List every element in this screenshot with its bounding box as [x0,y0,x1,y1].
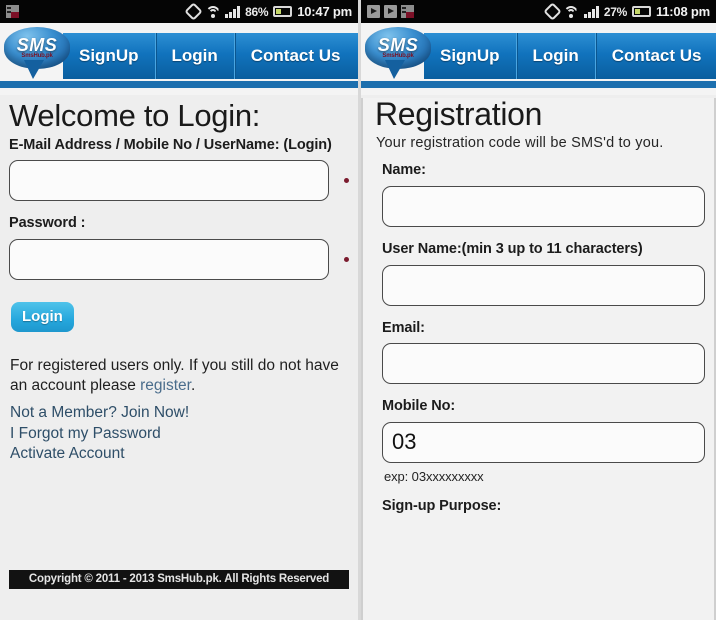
field-row-mobile-no [382,421,705,463]
status-system-icons-right: 27% 11:08 pm [543,2,710,21]
status-notification-icons-right [367,5,546,18]
message-icon [6,5,19,18]
password-input[interactable] [9,238,329,280]
field-row-user-name [382,264,705,306]
auxiliary-links: Not a Member? Join Now! I Forgot my Pass… [10,403,349,464]
join-now-link[interactable]: Not a Member? Join Now! [10,403,349,423]
registration-page-body: Registration Your registration code will… [361,96,716,620]
email-input[interactable] [382,343,705,385]
speech-bubble-tail-icon [24,60,44,79]
clock-right: 11:08 pm [655,4,710,19]
nav-underbar-right [361,81,716,88]
nav-item-signup-left[interactable]: SignUp [63,33,156,79]
play-store-icon [367,5,380,18]
status-bar-left: 86% 10:47 pm [0,0,358,23]
note-suffix-text: . [190,377,196,395]
header-left: SignUp Login Contact Us SMS SmsHub.pk [0,23,358,95]
mobile-no-hint: exp: 03xxxxxxxxx [384,468,484,484]
rotation-lock-icon [543,2,562,21]
label-mobile-no: Mobile No: [382,398,456,415]
required-marker-identifier [344,178,349,184]
battery-icon [631,6,651,17]
battery-percent-left: 86% [245,4,269,19]
status-bar-right: 27% 11:08 pm [361,0,716,23]
label-user-name: User Name:(min 3 up to 11 characters) [382,240,643,257]
rotation-lock-icon [184,2,203,21]
field-row-login-identifier [9,160,349,202]
play-store-icon-2 [384,5,397,18]
dual-screenshot-container: 86% 10:47 pm SignUp Login Contact Us SMS… [0,0,716,620]
label-password: Password : [9,215,86,232]
clock-left: 10:47 pm [297,4,352,19]
nav-bar-right: SignUp Login Contact Us [424,33,716,79]
nav-item-login-left[interactable]: Login [156,33,235,79]
login-page-body: Welcome to Login: E-Mail Address / Mobil… [0,98,358,620]
label-signup-purpose: Sign-up Purpose: [382,497,502,514]
copyright-bar: Copyright © 2011 - 2013 SmsHub.pk. All R… [9,570,349,589]
phone-screen-login: 86% 10:47 pm SignUp Login Contact Us SMS… [0,0,358,620]
label-name: Name: [382,162,426,179]
nav-bar-left: SignUp Login Contact Us [63,33,358,79]
activate-account-link[interactable]: Activate Account [10,444,349,464]
label-login-identifier: E-Mail Address / Mobile No / UserName: (… [9,136,332,153]
page-title-login: Welcome to Login: [9,98,261,133]
nav-item-contact-us-left[interactable]: Contact Us [235,33,357,79]
user-name-input[interactable] [382,264,705,306]
forgot-password-link[interactable]: I Forgot my Password [10,424,349,444]
signal-bars-icon [225,5,241,18]
required-marker-password [344,256,349,262]
field-row-name [382,185,705,227]
login-identifier-input[interactable] [9,160,329,202]
phone-screen-registration: 27% 11:08 pm SignUp Login Contact Us SMS… [358,0,716,620]
nav-item-contact-us-right[interactable]: Contact Us [596,33,716,79]
register-link[interactable]: register [140,377,191,394]
message-icon [401,5,414,18]
sms-logo-left[interactable]: SMS SmsHub.pk [4,27,70,79]
field-row-password [9,238,349,280]
logo-subtext-left: SmsHub.pk [21,53,53,59]
registration-lead-text: Your registration code will be SMS'd to … [376,134,664,151]
page-title-registration: Registration [375,96,543,132]
logo-subtext-right: SmsHub.pk [382,53,414,59]
wifi-icon [563,5,579,18]
nav-item-login-right[interactable]: Login [517,33,596,79]
header-right: SignUp Login Contact Us SMS SmsHub.pk [361,23,716,95]
signal-bars-icon [583,5,599,18]
login-button[interactable]: Login [11,301,74,332]
status-system-icons-left: 86% 10:47 pm [184,2,352,21]
nav-item-signup-right[interactable]: SignUp [424,33,517,79]
name-input[interactable] [382,185,705,227]
mobile-no-input[interactable] [382,421,705,463]
status-notification-icons-left [6,5,187,18]
battery-icon [273,6,293,17]
sms-logo-right[interactable]: SMS SmsHub.pk [365,27,431,79]
wifi-icon [205,5,221,18]
registered-users-note: For registered users only. If you still … [10,356,349,396]
speech-bubble-tail-icon [385,60,405,79]
label-email: Email: [382,319,425,336]
nav-underbar-left [0,81,358,88]
field-row-email [382,343,705,385]
battery-percent-right: 27% [603,4,627,19]
